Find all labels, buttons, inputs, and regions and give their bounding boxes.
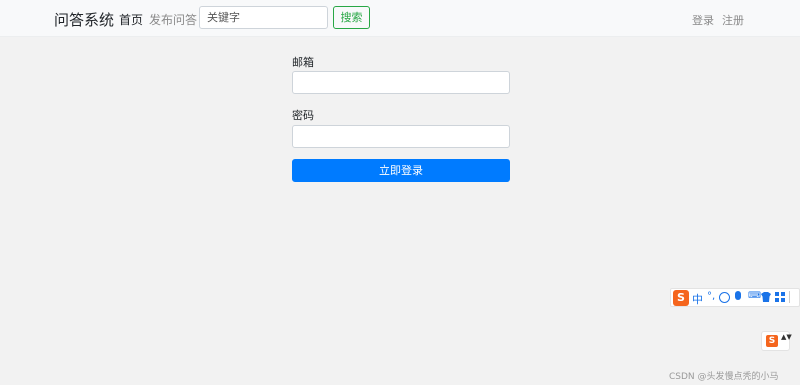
email-label: 邮箱: [292, 56, 314, 69]
skin-icon[interactable]: [761, 292, 771, 302]
search-button[interactable]: 搜索: [333, 6, 370, 29]
watermark: CSDN @头发慢点秃的小马: [669, 372, 779, 382]
search-input[interactable]: [199, 6, 328, 29]
toolbox-icon[interactable]: [775, 292, 785, 302]
nav-post-question-link[interactable]: 发布问答: [149, 11, 197, 28]
ime-mini-status[interactable]: S ▲▼: [761, 331, 792, 351]
ime-mode-toggle[interactable]: 中: [692, 291, 703, 307]
login-submit-button[interactable]: 立即登录: [292, 159, 510, 182]
up-down-arrows-icon: ▲▼: [781, 333, 792, 341]
password-field[interactable]: [292, 125, 510, 148]
brand-title[interactable]: 问答系统: [54, 9, 114, 30]
sogou-mini-logo-icon: S: [766, 335, 778, 347]
email-field[interactable]: [292, 71, 510, 94]
emoji-icon[interactable]: [719, 292, 730, 303]
sogou-logo-icon[interactable]: S: [673, 290, 689, 306]
nav-home-link[interactable]: 首页: [119, 11, 143, 28]
microphone-icon[interactable]: [735, 291, 741, 300]
keyboard-icon[interactable]: ⌨: [748, 291, 761, 301]
top-navbar: 问答系统 首页 发布问答 搜索 登录 注册: [0, 0, 800, 37]
nav-register-link[interactable]: 注册: [722, 12, 744, 28]
password-label: 密码: [292, 109, 314, 122]
punctuation-toggle[interactable]: °,: [707, 291, 715, 302]
ime-toolbar: S 中 °, ⌨: [670, 288, 800, 307]
toolbar-divider: [789, 291, 797, 303]
nav-login-link[interactable]: 登录: [692, 12, 714, 28]
